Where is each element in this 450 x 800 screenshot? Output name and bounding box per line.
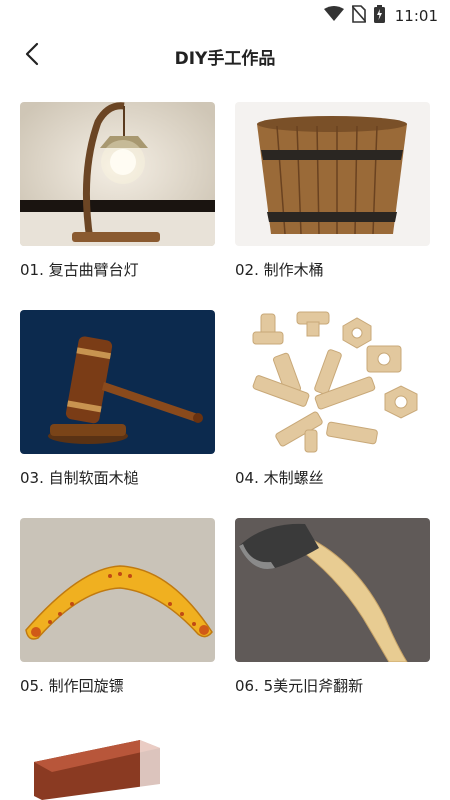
project-thumbnail (20, 726, 215, 800)
app-header: DIY手工作品 (0, 32, 450, 80)
project-card[interactable]: 04. 木制螺丝 (235, 310, 430, 487)
battery-charging-icon (373, 5, 385, 27)
project-title: 06. 5美元旧斧翻新 (235, 677, 364, 695)
project-title: 04. 木制螺丝 (235, 469, 324, 487)
project-thumbnail (20, 310, 215, 454)
project-title: 02. 制作木桶 (235, 261, 324, 279)
project-card[interactable]: 05. 制作回旋镖 (20, 518, 215, 695)
status-bar: 11:01 (0, 0, 450, 32)
no-sim-icon (351, 5, 367, 27)
project-card[interactable]: 02. 制作木桶 (235, 102, 430, 279)
project-title: 03. 自制软面木槌 (20, 469, 139, 487)
status-time: 11:01 (394, 7, 438, 25)
page-title: DIY手工作品 (174, 49, 276, 69)
project-thumbnail (235, 518, 430, 662)
status-icons: 11:01 (323, 5, 438, 27)
project-thumbnail (235, 310, 430, 454)
project-thumbnail (20, 102, 215, 246)
wifi-icon (323, 6, 344, 26)
project-card[interactable]: 03. 自制软面木槌 (20, 310, 215, 487)
project-thumbnail (20, 518, 215, 662)
project-title: 05. 制作回旋镖 (20, 677, 124, 695)
project-card[interactable] (20, 726, 215, 800)
project-card[interactable]: 06. 5美元旧斧翻新 (235, 518, 430, 695)
project-thumbnail (235, 102, 430, 246)
project-card[interactable]: 01. 复古曲臂台灯 (20, 102, 215, 279)
project-title: 01. 复古曲臂台灯 (20, 261, 139, 279)
